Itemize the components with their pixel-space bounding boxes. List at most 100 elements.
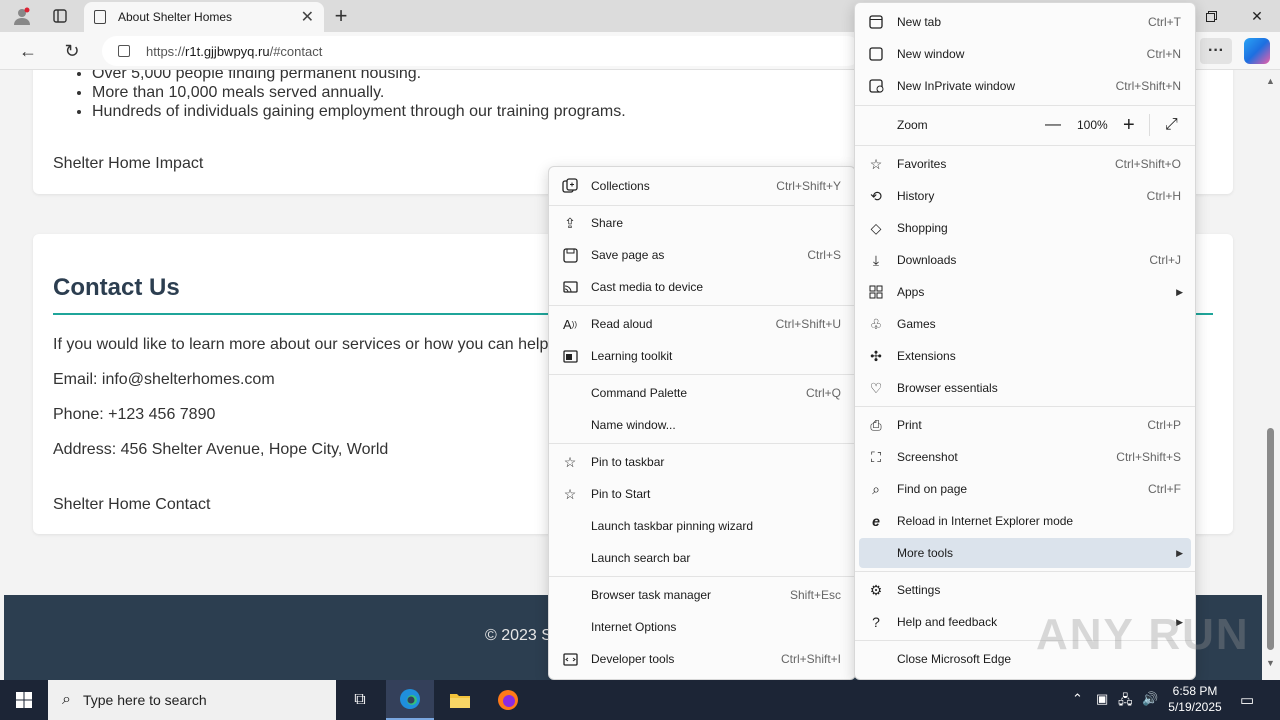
menu-separator [549, 576, 855, 577]
notification-icon[interactable]: ▭ [1240, 691, 1254, 709]
submenu-arrow-icon: ▶ [1176, 286, 1183, 297]
windows-start-icon[interactable] [0, 680, 48, 720]
page-scrollbar[interactable]: ▲ ▼ [1262, 70, 1280, 680]
games-icon: ♧ [869, 315, 883, 332]
menu-item-developer-tools[interactable]: Developer tools Ctrl+Shift+I [553, 644, 851, 674]
menu-separator [549, 305, 855, 306]
settings-and-more-button[interactable]: ··· [1200, 38, 1232, 64]
scroll-down-icon[interactable]: ▼ [1266, 658, 1275, 668]
gear-icon: ⚙ [869, 581, 883, 598]
scroll-up-icon[interactable]: ▲ [1266, 76, 1275, 86]
menu-item-cast[interactable]: Cast media to device [553, 272, 851, 302]
address-bar[interactable]: https://r1t.gjjbwpyq.ru/#contact [102, 36, 862, 66]
menu-label: Collections [591, 179, 650, 193]
menu-item-find[interactable]: ⌕ Find on page Ctrl+F [859, 474, 1191, 504]
menu-item-name-window[interactable]: Name window... [553, 410, 851, 440]
new-window-icon [867, 45, 885, 63]
menu-label: Print [897, 418, 922, 432]
learning-toolkit-icon [561, 347, 579, 365]
close-window-icon[interactable]: ✕ [1234, 0, 1280, 32]
menu-item-screenshot[interactable]: ⛶ Screenshot Ctrl+Shift+S [859, 442, 1191, 472]
menu-separator [855, 145, 1195, 146]
menu-item-extensions[interactable]: ✣ Extensions [859, 341, 1191, 371]
menu-item-favorites[interactable]: ☆ Favorites Ctrl+Shift+O [859, 149, 1191, 179]
browser-essentials-icon: ♡ [869, 379, 883, 396]
new-tab-button[interactable]: + [330, 4, 352, 28]
menu-item-save-page[interactable]: Save page as Ctrl+S [553, 240, 851, 270]
menu-item-task-manager[interactable]: Browser task manager Shift+Esc [553, 580, 851, 610]
submenu-arrow-icon: ▶ [1176, 547, 1183, 558]
refresh-icon[interactable]: ↻ [58, 38, 86, 64]
menu-label: Name window... [591, 418, 676, 432]
menu-item-internet-options[interactable]: Internet Options [553, 612, 851, 642]
network-device-icon[interactable]: ▣ [1096, 691, 1108, 707]
chevron-up-icon[interactable]: ⌃ [1072, 691, 1083, 707]
taskbar: ⌕ Type here to search ⧉ ⌃ ▣ 🖧 🔊 6:58 PM … [0, 680, 1280, 720]
menu-label: Launch search bar [591, 551, 691, 565]
clock[interactable]: 6:58 PM 5/19/2025 [1160, 683, 1230, 715]
menu-item-new-tab[interactable]: New tab Ctrl+T [859, 7, 1191, 37]
menu-item-new-window[interactable]: New window Ctrl+N [859, 39, 1191, 69]
firefox-icon[interactable] [484, 680, 532, 720]
contact-title: Contact Us [53, 274, 180, 301]
network-icon[interactable]: 🖧 [1118, 691, 1133, 713]
tab-actions-icon[interactable] [46, 4, 74, 28]
tab-about-shelter-homes[interactable]: About Shelter Homes ✕ [84, 2, 324, 32]
url-domain: r1t.gjjbwpyq.ru [185, 43, 270, 59]
menu-shortcut: Ctrl+T [1148, 15, 1181, 29]
taskbar-search-box[interactable]: ⌕ Type here to search [48, 680, 336, 720]
search-icon: ⌕ [62, 691, 71, 708]
pin-icon: ☆ [563, 485, 577, 502]
edge-taskbar-icon[interactable] [386, 680, 434, 720]
menu-item-browser-essentials[interactable]: ♡ Browser essentials [859, 373, 1191, 403]
menu-item-learning-toolkit[interactable]: Learning toolkit [553, 341, 851, 371]
file-explorer-icon[interactable] [436, 680, 484, 720]
zoom-out-button[interactable]: — [1045, 116, 1061, 134]
menu-item-ie-mode[interactable]: e Reload in Internet Explorer mode [859, 506, 1191, 536]
menu-label: Apps [897, 285, 925, 299]
back-icon[interactable]: ← [14, 38, 42, 64]
help-icon: ? [872, 614, 880, 630]
menu-item-downloads[interactable]: ⤓ Downloads Ctrl+J [859, 245, 1191, 275]
menu-item-print[interactable]: ⎙ Print Ctrl+P [859, 410, 1191, 440]
menu-label: Reload in Internet Explorer mode [897, 514, 1074, 528]
menu-item-pin-wizard[interactable]: Launch taskbar pinning wizard [553, 511, 851, 541]
menu-item-read-aloud[interactable]: A)) Read aloud Ctrl+Shift+U [553, 309, 851, 339]
profile-icon[interactable] [8, 4, 36, 28]
lock-icon[interactable] [118, 45, 130, 57]
menu-item-pin-taskbar[interactable]: ☆ Pin to taskbar [553, 447, 851, 477]
scroll-thumb[interactable] [1267, 428, 1274, 650]
menu-shortcut: Ctrl+Shift+S [1116, 450, 1181, 464]
menu-separator [1149, 114, 1150, 136]
zoom-in-button[interactable]: + [1123, 114, 1135, 137]
copilot-icon[interactable] [1244, 38, 1270, 64]
menu-item-settings[interactable]: ⚙ Settings [859, 575, 1191, 605]
menu-separator [549, 374, 855, 375]
task-view-icon[interactable]: ⧉ [336, 680, 384, 720]
menu-item-apps[interactable]: Apps ▶ [859, 277, 1191, 307]
menu-shortcut: Ctrl+H [1146, 189, 1181, 203]
menu-shortcut: Ctrl+Shift+I [780, 652, 841, 666]
close-tab-icon[interactable]: ✕ [301, 7, 314, 27]
contact-image: Shelter Home Contact [53, 496, 211, 513]
menu-item-more-tools[interactable]: More tools ▶ [859, 538, 1191, 568]
menu-item-shopping[interactable]: ◇ Shopping [859, 213, 1191, 243]
menu-separator [855, 406, 1195, 407]
menu-item-games[interactable]: ♧ Games [859, 309, 1191, 339]
share-icon: ⇪ [564, 214, 576, 231]
menu-separator [855, 105, 1195, 106]
menu-item-new-inprivate[interactable]: New InPrivate window Ctrl+Shift+N [859, 71, 1191, 101]
apps-icon [867, 283, 885, 301]
menu-item-search-bar[interactable]: Launch search bar [553, 543, 851, 573]
menu-label: Developer tools [591, 652, 675, 666]
fullscreen-icon[interactable]: ⤢ [1165, 116, 1178, 134]
menu-item-collections[interactable]: Collections Ctrl+Shift+Y [553, 171, 851, 201]
menu-separator [855, 571, 1195, 572]
menu-label: Screenshot [897, 450, 958, 464]
list-item: Over 5,000 people finding permanent hous… [92, 70, 626, 83]
volume-icon[interactable]: 🔊 [1142, 691, 1158, 707]
menu-item-pin-start[interactable]: ☆ Pin to Start [553, 479, 851, 509]
menu-item-share[interactable]: ⇪ Share [553, 208, 851, 238]
menu-item-history[interactable]: ⟲ History Ctrl+H [859, 181, 1191, 211]
menu-item-command-palette[interactable]: Command Palette Ctrl+Q [553, 378, 851, 408]
